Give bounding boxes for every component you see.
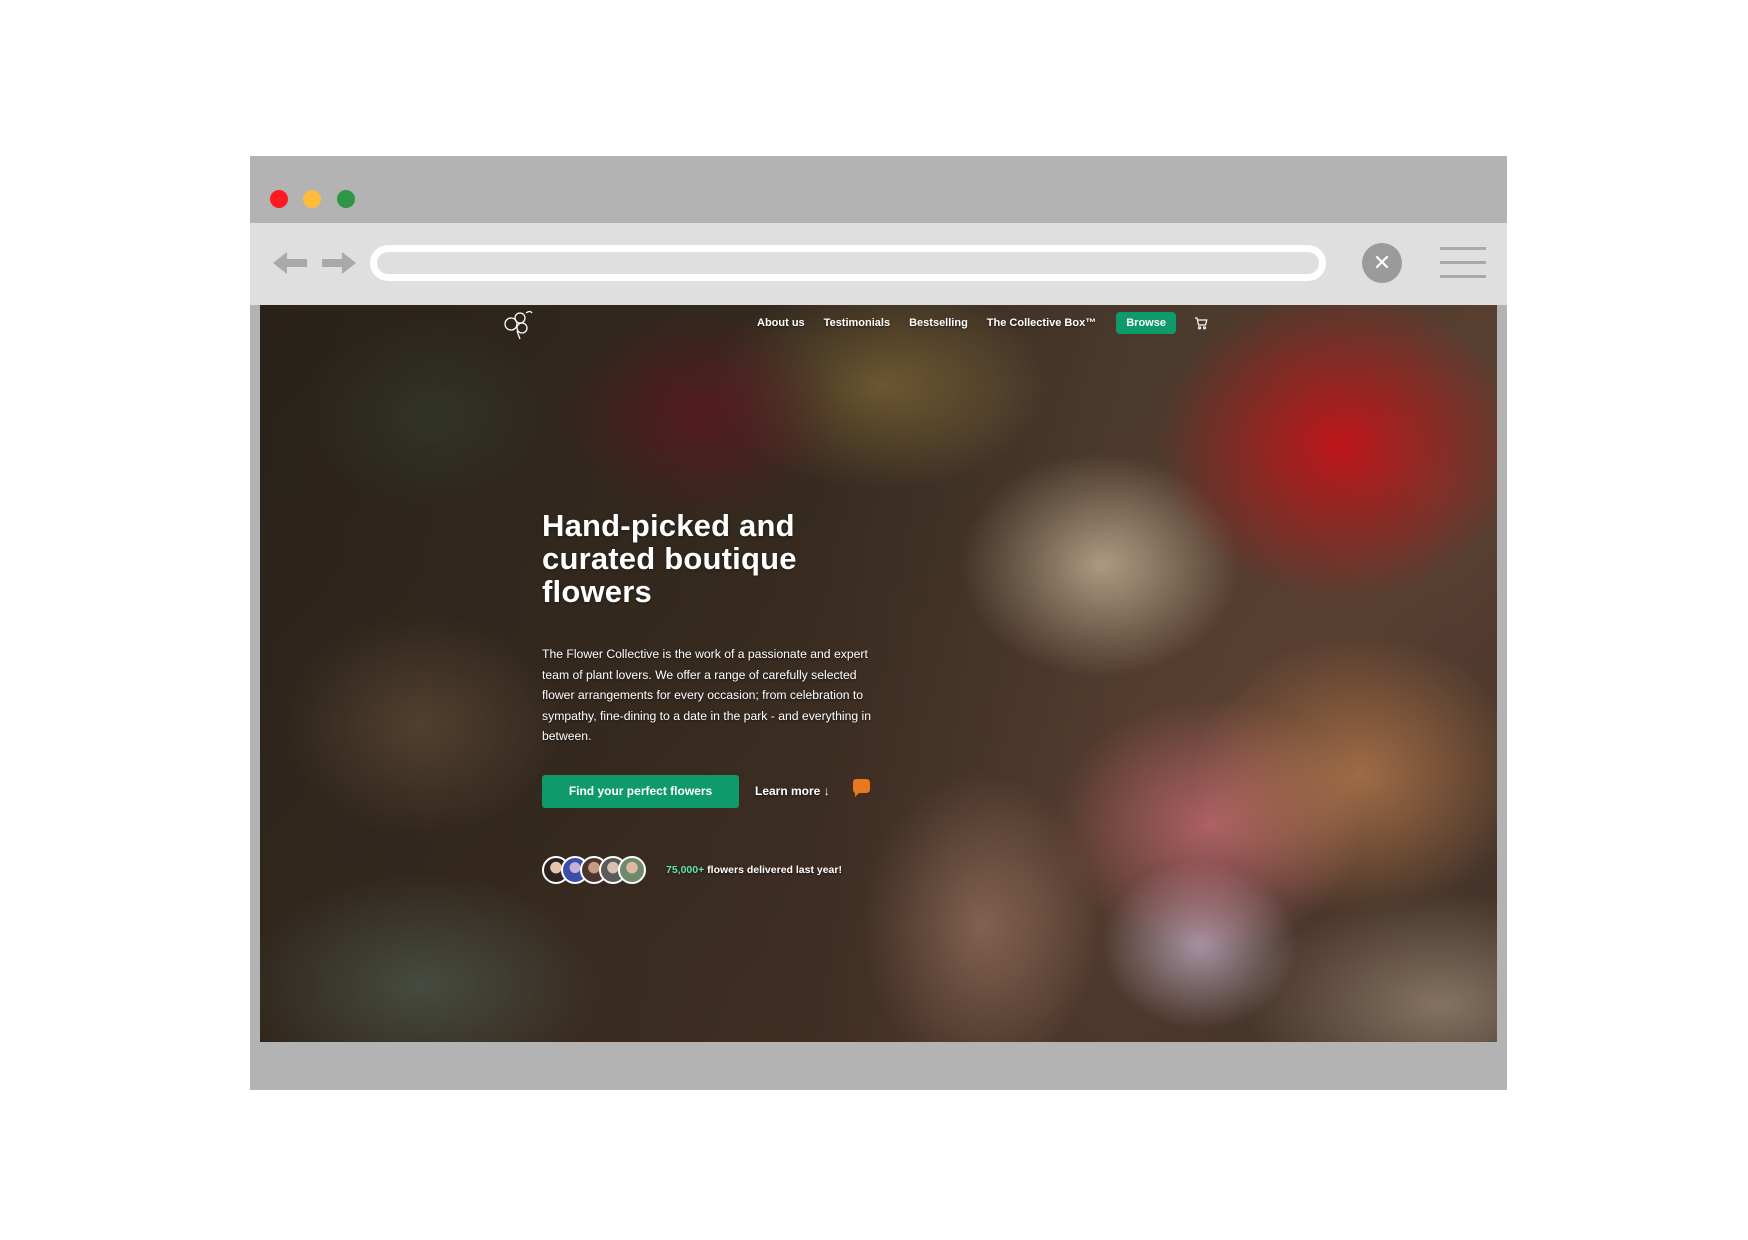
browser-window: ✕ About us Testimonials Bestselling The …: [250, 156, 1507, 1090]
flower-logo-icon[interactable]: [500, 307, 534, 341]
avatar: [618, 856, 646, 884]
title-bar: [250, 156, 1507, 223]
nav-testimonials[interactable]: Testimonials: [824, 317, 890, 329]
top-navigation: About us Testimonials Bestselling The Co…: [757, 311, 1208, 335]
delivered-label: flowers delivered last year!: [704, 864, 842, 876]
chat-bubble-icon[interactable]: [850, 777, 872, 799]
hamburger-menu-icon[interactable]: [1440, 247, 1486, 281]
nav-collective-box[interactable]: The Collective Box™: [987, 317, 1096, 329]
maximize-window-dot[interactable]: [337, 190, 355, 208]
hero-description: The Flower Collective is the work of a p…: [542, 647, 872, 743]
close-window-dot[interactable]: [270, 190, 288, 208]
arrow-left-icon[interactable]: [271, 247, 311, 279]
nav-bestselling[interactable]: Bestselling: [909, 317, 968, 329]
nav-about-us[interactable]: About us: [757, 317, 805, 329]
address-input[interactable]: [377, 252, 1319, 274]
browser-toolbar: ✕: [250, 223, 1507, 305]
delivered-count: 75,000+: [666, 864, 705, 876]
browse-button[interactable]: Browse: [1116, 312, 1176, 334]
address-bar[interactable]: [370, 245, 1326, 281]
minimize-window-dot[interactable]: [303, 190, 321, 208]
social-proof-text: 75,000+ flowers delivered last year!: [666, 864, 842, 876]
page-viewport: About us Testimonials Bestselling The Co…: [260, 305, 1497, 1042]
learn-more-link[interactable]: Learn more ↓: [755, 775, 830, 808]
close-tab-button[interactable]: ✕: [1362, 243, 1402, 283]
arrow-right-icon[interactable]: [318, 247, 358, 279]
hero-title: Hand-picked and curated boutique flowers: [542, 508, 797, 609]
find-flowers-button[interactable]: Find your perfect flowers: [542, 775, 739, 808]
cart-icon[interactable]: [1194, 316, 1208, 330]
